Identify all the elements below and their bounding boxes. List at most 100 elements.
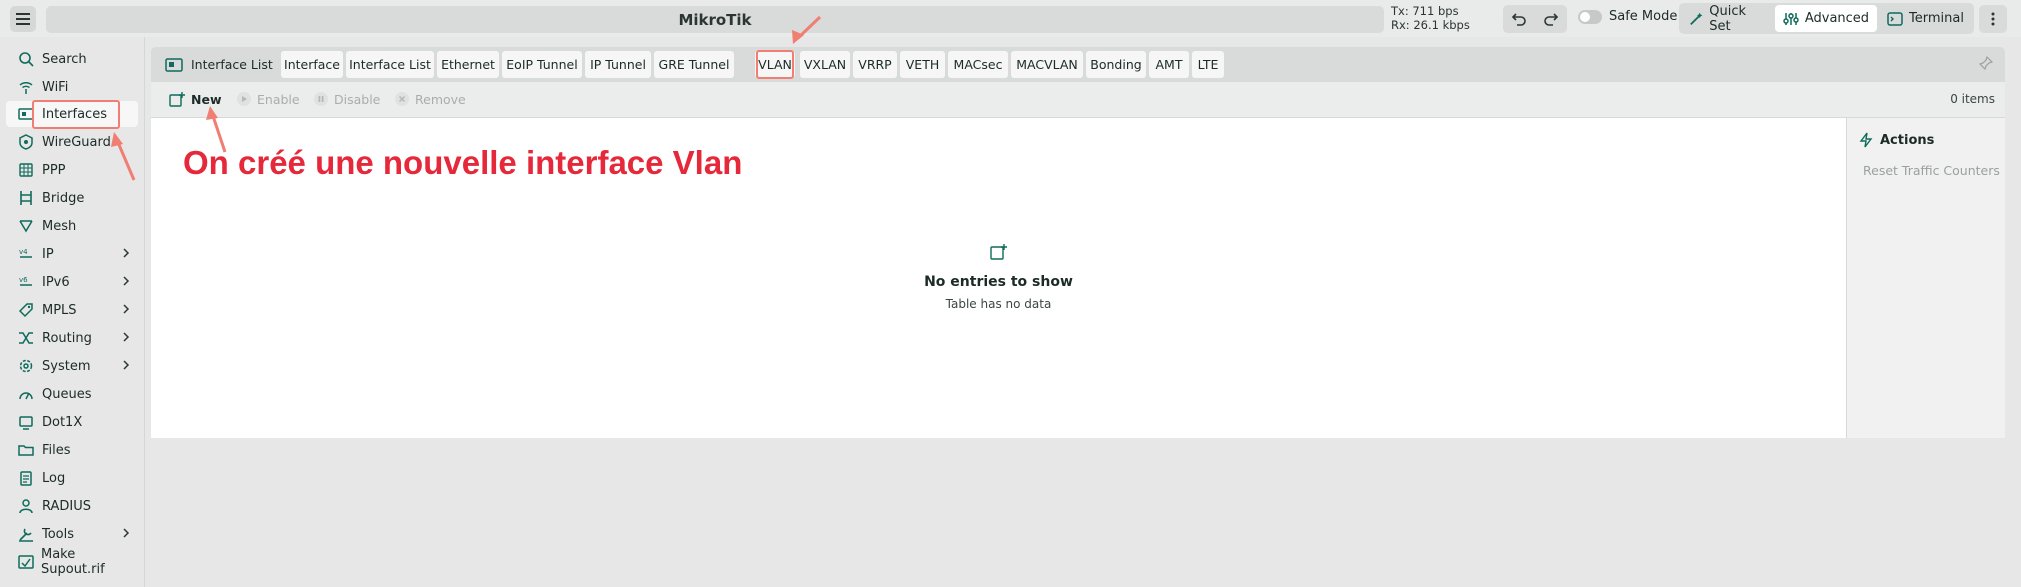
queues-icon xyxy=(16,384,36,404)
advanced-label: Advanced xyxy=(1804,11,1870,26)
sidebar-item-tools[interactable]: Tools xyxy=(6,521,138,547)
more-options-button[interactable] xyxy=(1979,5,2007,33)
sidebar-item-mpls[interactable]: MPLS xyxy=(6,297,138,323)
hamburger-menu-button[interactable] xyxy=(10,6,36,32)
actions-panel: Actions Reset Traffic Counters xyxy=(1846,118,2005,438)
sidebar-item-bridge[interactable]: Bridge xyxy=(6,185,138,211)
interfaces-icon xyxy=(165,57,183,72)
terminal-icon xyxy=(1887,11,1903,26)
safe-mode-switch[interactable] xyxy=(1578,9,1602,24)
sidebar-item-system[interactable]: System xyxy=(6,353,138,379)
undo-redo-group xyxy=(1503,5,1567,33)
tab-gre-tunnel[interactable]: GRE Tunnel xyxy=(654,51,734,78)
sidebar-item-label: Search xyxy=(42,51,87,67)
sidebar-item-routing[interactable]: Routing xyxy=(6,325,138,351)
tab-eoip-tunnel[interactable]: EoIP Tunnel xyxy=(502,51,582,78)
pin-icon[interactable] xyxy=(1979,56,1993,70)
actions-title-label: Actions xyxy=(1880,132,1935,148)
sidebar-item-search[interactable]: Search xyxy=(6,46,138,72)
supout-icon xyxy=(16,552,35,572)
ipv6-icon: v6 xyxy=(16,272,36,292)
pause-icon xyxy=(314,92,328,106)
sidebar-item-wifi[interactable]: WiFi xyxy=(6,74,138,100)
quick-set-label: Quick Set xyxy=(1709,3,1747,34)
routing-icon xyxy=(16,328,36,348)
advanced-button[interactable]: Advanced xyxy=(1774,5,1878,32)
wifi-icon xyxy=(16,77,36,97)
sidebar-item-label: Log xyxy=(42,470,66,486)
sidebar-item-label: Dot1X xyxy=(42,414,83,430)
sidebar-item-label: WiFi xyxy=(42,79,69,95)
tab-vxlan[interactable]: VXLAN xyxy=(800,51,850,78)
item-count: 0 items xyxy=(1950,92,1995,106)
disable-button[interactable]: Disable xyxy=(313,91,380,107)
sidebar-item-dot1x[interactable]: Dot1X xyxy=(6,409,138,435)
sidebar-item-label: System xyxy=(42,358,91,374)
log-icon xyxy=(16,468,36,488)
sidebar-item-ip[interactable]: v4 IP xyxy=(6,241,138,267)
redo-button[interactable] xyxy=(1535,5,1567,33)
search-icon xyxy=(16,49,36,69)
remove-label: Remove xyxy=(415,91,466,107)
sidebar-item-make-supout[interactable]: Make Supout.rif xyxy=(6,547,138,577)
sidebar-item-wireguard[interactable]: WireGuard xyxy=(6,129,138,155)
tab-amt[interactable]: AMT xyxy=(1149,51,1189,78)
ppp-icon xyxy=(16,160,36,180)
tab-bonding[interactable]: Bonding xyxy=(1086,51,1146,78)
terminal-button[interactable]: Terminal xyxy=(1879,5,1972,32)
lightning-icon xyxy=(1859,132,1873,148)
actions-title: Actions xyxy=(1859,132,1934,148)
tx-rate: Tx: 711 bps xyxy=(1391,4,1459,18)
bridge-icon xyxy=(16,188,36,208)
tab-macsec[interactable]: MACsec xyxy=(948,51,1008,78)
sidebar-item-label: IP xyxy=(42,246,54,262)
wireguard-icon xyxy=(16,132,36,152)
top-bar: MikroTik Tx: 711 bps Rx: 26.1 kbps Safe … xyxy=(0,0,2021,37)
enable-button[interactable]: Enable xyxy=(236,91,300,107)
sidebar-item-log[interactable]: Log xyxy=(6,465,138,491)
tab-ip-tunnel[interactable]: IP Tunnel xyxy=(585,51,651,78)
tools-icon xyxy=(16,524,36,544)
new-button[interactable]: New xyxy=(169,91,222,107)
sidebar-item-label: Bridge xyxy=(42,190,85,206)
rx-rate: Rx: 26.1 kbps xyxy=(1391,18,1470,32)
annotation-box-vlan xyxy=(756,50,794,79)
sidebar-item-mesh[interactable]: Mesh xyxy=(6,213,138,239)
sidebar-item-label: Files xyxy=(42,442,71,458)
tab-vrrp[interactable]: VRRP xyxy=(853,51,897,78)
toolbar: New Enable Disable Remove 0 items xyxy=(151,82,2005,118)
reset-traffic-counters-button[interactable]: Reset Traffic Counters xyxy=(1863,163,2000,178)
tab-lte[interactable]: LTE xyxy=(1192,51,1224,78)
mode-switcher: Quick Set Advanced Terminal xyxy=(1679,3,1974,34)
sidebar-item-label: PPP xyxy=(42,162,66,178)
close-icon xyxy=(395,92,409,106)
sidebar-item-label: WireGuard xyxy=(42,134,111,150)
sidebar-item-files[interactable]: Files xyxy=(6,437,138,463)
menu-icon xyxy=(16,13,30,25)
sidebar-item-ppp[interactable]: PPP xyxy=(6,157,138,183)
redo-icon xyxy=(1544,13,1559,26)
sidebar-item-label: MPLS xyxy=(42,302,77,318)
tab-veth[interactable]: VETH xyxy=(900,51,945,78)
tab-macvlan[interactable]: MACVLAN xyxy=(1011,51,1083,78)
mpls-icon xyxy=(16,300,36,320)
quick-set-button[interactable]: Quick Set xyxy=(1681,3,1773,34)
undo-button[interactable] xyxy=(1503,5,1535,33)
sidebar-item-queues[interactable]: Queues xyxy=(6,381,138,407)
tab-interface-list[interactable]: Interface List xyxy=(346,51,434,78)
chevron-right-icon xyxy=(123,360,130,370)
safe-mode-toggle[interactable]: Safe Mode xyxy=(1578,9,1677,24)
tab-interface[interactable]: Interface xyxy=(281,51,343,78)
sidebar-item-radius[interactable]: RADIUS xyxy=(6,493,138,519)
sidebar-item-label: Mesh xyxy=(42,218,77,234)
undo-icon xyxy=(1511,13,1526,26)
sidebar-item-ipv6[interactable]: v6 IPv6 xyxy=(6,269,138,295)
chevron-right-icon xyxy=(123,304,130,314)
remove-button[interactable]: Remove xyxy=(394,91,466,107)
svg-text:v6: v6 xyxy=(19,276,28,284)
app-title: MikroTik xyxy=(46,6,1384,33)
chevron-right-icon xyxy=(123,528,130,538)
empty-state-subtitle: Table has no data xyxy=(945,297,1052,311)
tab-ethernet[interactable]: Ethernet xyxy=(437,51,499,78)
sidebar-item-label: RADIUS xyxy=(42,498,92,514)
